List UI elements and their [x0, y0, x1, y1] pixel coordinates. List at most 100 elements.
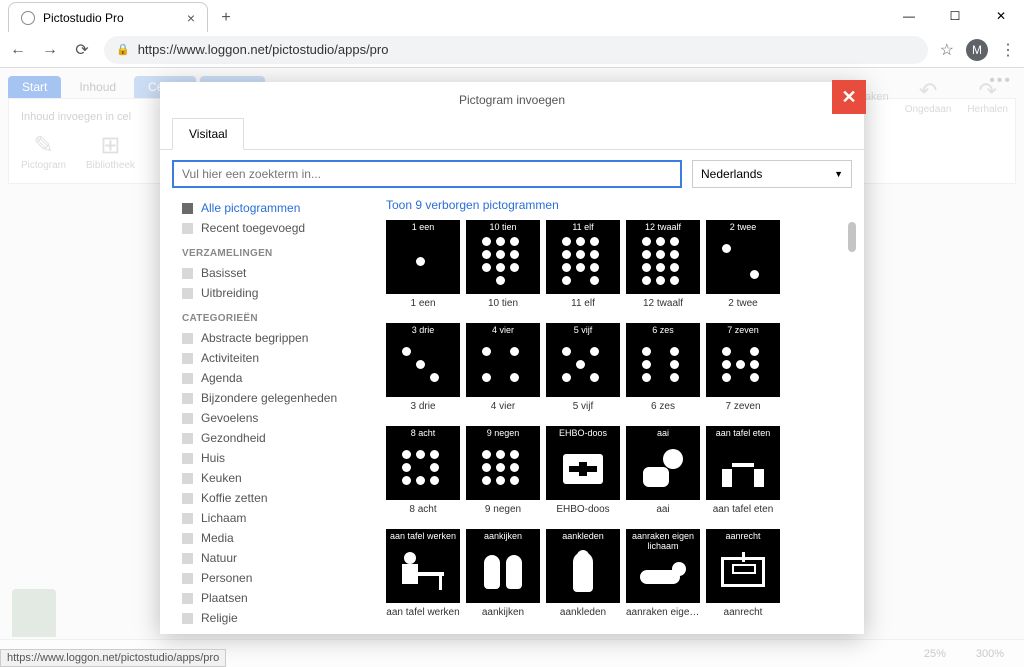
- close-icon[interactable]: ×: [187, 10, 195, 26]
- bookmark-icon[interactable]: ☆: [940, 40, 954, 60]
- square-icon: [182, 593, 193, 604]
- pictogram-caption: aankijken: [466, 607, 540, 618]
- back-button[interactable]: ←: [8, 41, 28, 59]
- sidebar-item[interactable]: Alle pictogrammen: [172, 198, 372, 218]
- pictogram-thumb: 3 drie: [386, 323, 460, 397]
- pictogram-item[interactable]: 7 zeven 7 zeven: [706, 323, 780, 412]
- browser-tab[interactable]: Pictostudio Pro ×: [8, 2, 208, 32]
- pictogram-caption: 6 zes: [626, 401, 700, 412]
- pictogram-item[interactable]: 12 twaalf12 twaalf: [626, 220, 700, 309]
- pictogram-item[interactable]: aanraken eigen lichaamaanraken eigen lic…: [626, 529, 700, 618]
- search-input[interactable]: [172, 160, 682, 188]
- pictogram-item[interactable]: 3 drie3 drie: [386, 323, 460, 412]
- pictogram-thumb: EHBO-doos: [546, 426, 620, 500]
- pictogram-item[interactable]: aankledenaankleden: [546, 529, 620, 618]
- square-icon: [182, 473, 193, 484]
- pictogram-caption: aai: [626, 504, 700, 515]
- square-icon: [182, 203, 193, 214]
- pictogram-item[interactable]: 1 een 1 een: [386, 220, 460, 309]
- minimize-button[interactable]: —: [886, 0, 932, 32]
- sidebar-item[interactable]: Bijzondere gelegenheden: [172, 388, 372, 408]
- pictogram-item[interactable]: aan tafel werkenaan tafel werken: [386, 529, 460, 618]
- square-icon: [182, 373, 193, 384]
- pictogram-item[interactable]: 11 elf11 elf: [546, 220, 620, 309]
- pictogram-caption: 9 negen: [466, 504, 540, 515]
- pictogram-thumb: aanrecht: [706, 529, 780, 603]
- sidebar-item[interactable]: Personen: [172, 568, 372, 588]
- pictogram-caption: 7 zeven: [706, 401, 780, 412]
- sidebar-item[interactable]: Religie: [172, 608, 372, 626]
- tab-title: Pictostudio Pro: [43, 11, 124, 25]
- sidebar-item[interactable]: Agenda: [172, 368, 372, 388]
- pictogram-item[interactable]: 4 vier 4 vier: [466, 323, 540, 412]
- pictogram-thumb: aanraken eigen lichaam: [626, 529, 700, 603]
- pictogram-thumb: 10 tien: [466, 220, 540, 294]
- modal-close-button[interactable]: ✕: [832, 80, 866, 114]
- sidebar-item[interactable]: Natuur: [172, 548, 372, 568]
- new-tab-button[interactable]: +: [212, 4, 240, 32]
- sidebar-item[interactable]: Abstracte begrippen: [172, 328, 372, 348]
- sidebar-item[interactable]: Gezondheid: [172, 428, 372, 448]
- square-icon: [182, 413, 193, 424]
- pictogram-item[interactable]: 9 negen9 negen: [466, 426, 540, 515]
- pictogram-item[interactable]: 10 tien 10 tien: [466, 220, 540, 309]
- show-hidden-link[interactable]: Toon 9 verborgen pictogrammen: [380, 198, 856, 220]
- square-icon: [182, 573, 193, 584]
- square-icon: [182, 553, 193, 564]
- scrollbar-thumb[interactable]: [848, 222, 856, 252]
- pictogram-grid-wrap: Toon 9 verborgen pictogrammen 1 een1 een…: [380, 198, 856, 626]
- pictogram-thumb: 7 zeven: [706, 323, 780, 397]
- category-sidebar: Alle pictogrammenRecent toegevoegdVERZAM…: [172, 198, 372, 626]
- address-bar[interactable]: 🔒 https://www.loggon.net/pictostudio/app…: [104, 36, 928, 64]
- reload-button[interactable]: ⟳: [72, 40, 92, 60]
- pictogram-caption: aankleden: [546, 607, 620, 618]
- tab-visitaal[interactable]: Visitaal: [172, 118, 244, 150]
- pictogram-thumb: aai: [626, 426, 700, 500]
- sidebar-item[interactable]: Huis: [172, 448, 372, 468]
- pictogram-caption: 5 vijf: [546, 401, 620, 412]
- pictogram-item[interactable]: aankijkenaankijken: [466, 529, 540, 618]
- pictogram-item[interactable]: 6 zes 6 zes: [626, 323, 700, 412]
- pictogram-item[interactable]: 8 acht8 acht: [386, 426, 460, 515]
- browser-titlebar: Pictostudio Pro × + — ☐ ✕: [0, 0, 1024, 32]
- square-icon: [182, 453, 193, 464]
- sidebar-item[interactable]: Recent toegevoegd: [172, 218, 372, 238]
- pictogram-thumb: 12 twaalf: [626, 220, 700, 294]
- pictogram-caption: 1 een: [386, 298, 460, 309]
- modal-body: Alle pictogrammenRecent toegevoegdVERZAM…: [160, 198, 864, 634]
- language-select[interactable]: Nederlands: [692, 160, 852, 188]
- sidebar-item[interactable]: Keuken: [172, 468, 372, 488]
- pictogram-caption: 4 vier: [466, 401, 540, 412]
- sidebar-item[interactable]: Activiteiten: [172, 348, 372, 368]
- square-icon: [182, 288, 193, 299]
- pictogram-caption: 11 elf: [546, 298, 620, 309]
- close-window-button[interactable]: ✕: [978, 0, 1024, 32]
- sidebar-item[interactable]: Plaatsen: [172, 588, 372, 608]
- pictogram-thumb: 1 een: [386, 220, 460, 294]
- sidebar-item[interactable]: Koffie zetten: [172, 488, 372, 508]
- pictogram-item[interactable]: 5 vijf 5 vijf: [546, 323, 620, 412]
- pictogram-item[interactable]: EHBO-doos EHBO-doos: [546, 426, 620, 515]
- square-icon: [182, 493, 193, 504]
- pictogram-item[interactable]: 2 twee2 twee: [706, 220, 780, 309]
- sidebar-item[interactable]: Basisset: [172, 263, 372, 283]
- pictogram-thumb: 5 vijf: [546, 323, 620, 397]
- pictogram-thumb: 2 twee: [706, 220, 780, 294]
- sidebar-item[interactable]: Lichaam: [172, 508, 372, 528]
- pictogram-insert-dialog: Pictogram invoegen ✕ Visitaal Nederlands…: [160, 82, 864, 634]
- pictogram-thumb: 4 vier: [466, 323, 540, 397]
- pictogram-item[interactable]: aan tafel etenaan tafel eten: [706, 426, 780, 515]
- pictogram-caption: 10 tien: [466, 298, 540, 309]
- square-icon: [182, 393, 193, 404]
- sidebar-item[interactable]: Media: [172, 528, 372, 548]
- sidebar-item[interactable]: Gevoelens: [172, 408, 372, 428]
- pictogram-caption: EHBO-doos: [546, 504, 620, 515]
- pictogram-item[interactable]: aai aai: [626, 426, 700, 515]
- sidebar-item[interactable]: Uitbreiding: [172, 283, 372, 303]
- browser-menu-icon[interactable]: ⋮: [1000, 40, 1016, 60]
- pictogram-item[interactable]: aanrechtaanrecht: [706, 529, 780, 618]
- maximize-button[interactable]: ☐: [932, 0, 978, 32]
- forward-button[interactable]: →: [40, 41, 60, 59]
- pictogram-thumb: 6 zes: [626, 323, 700, 397]
- profile-avatar[interactable]: M: [966, 39, 988, 61]
